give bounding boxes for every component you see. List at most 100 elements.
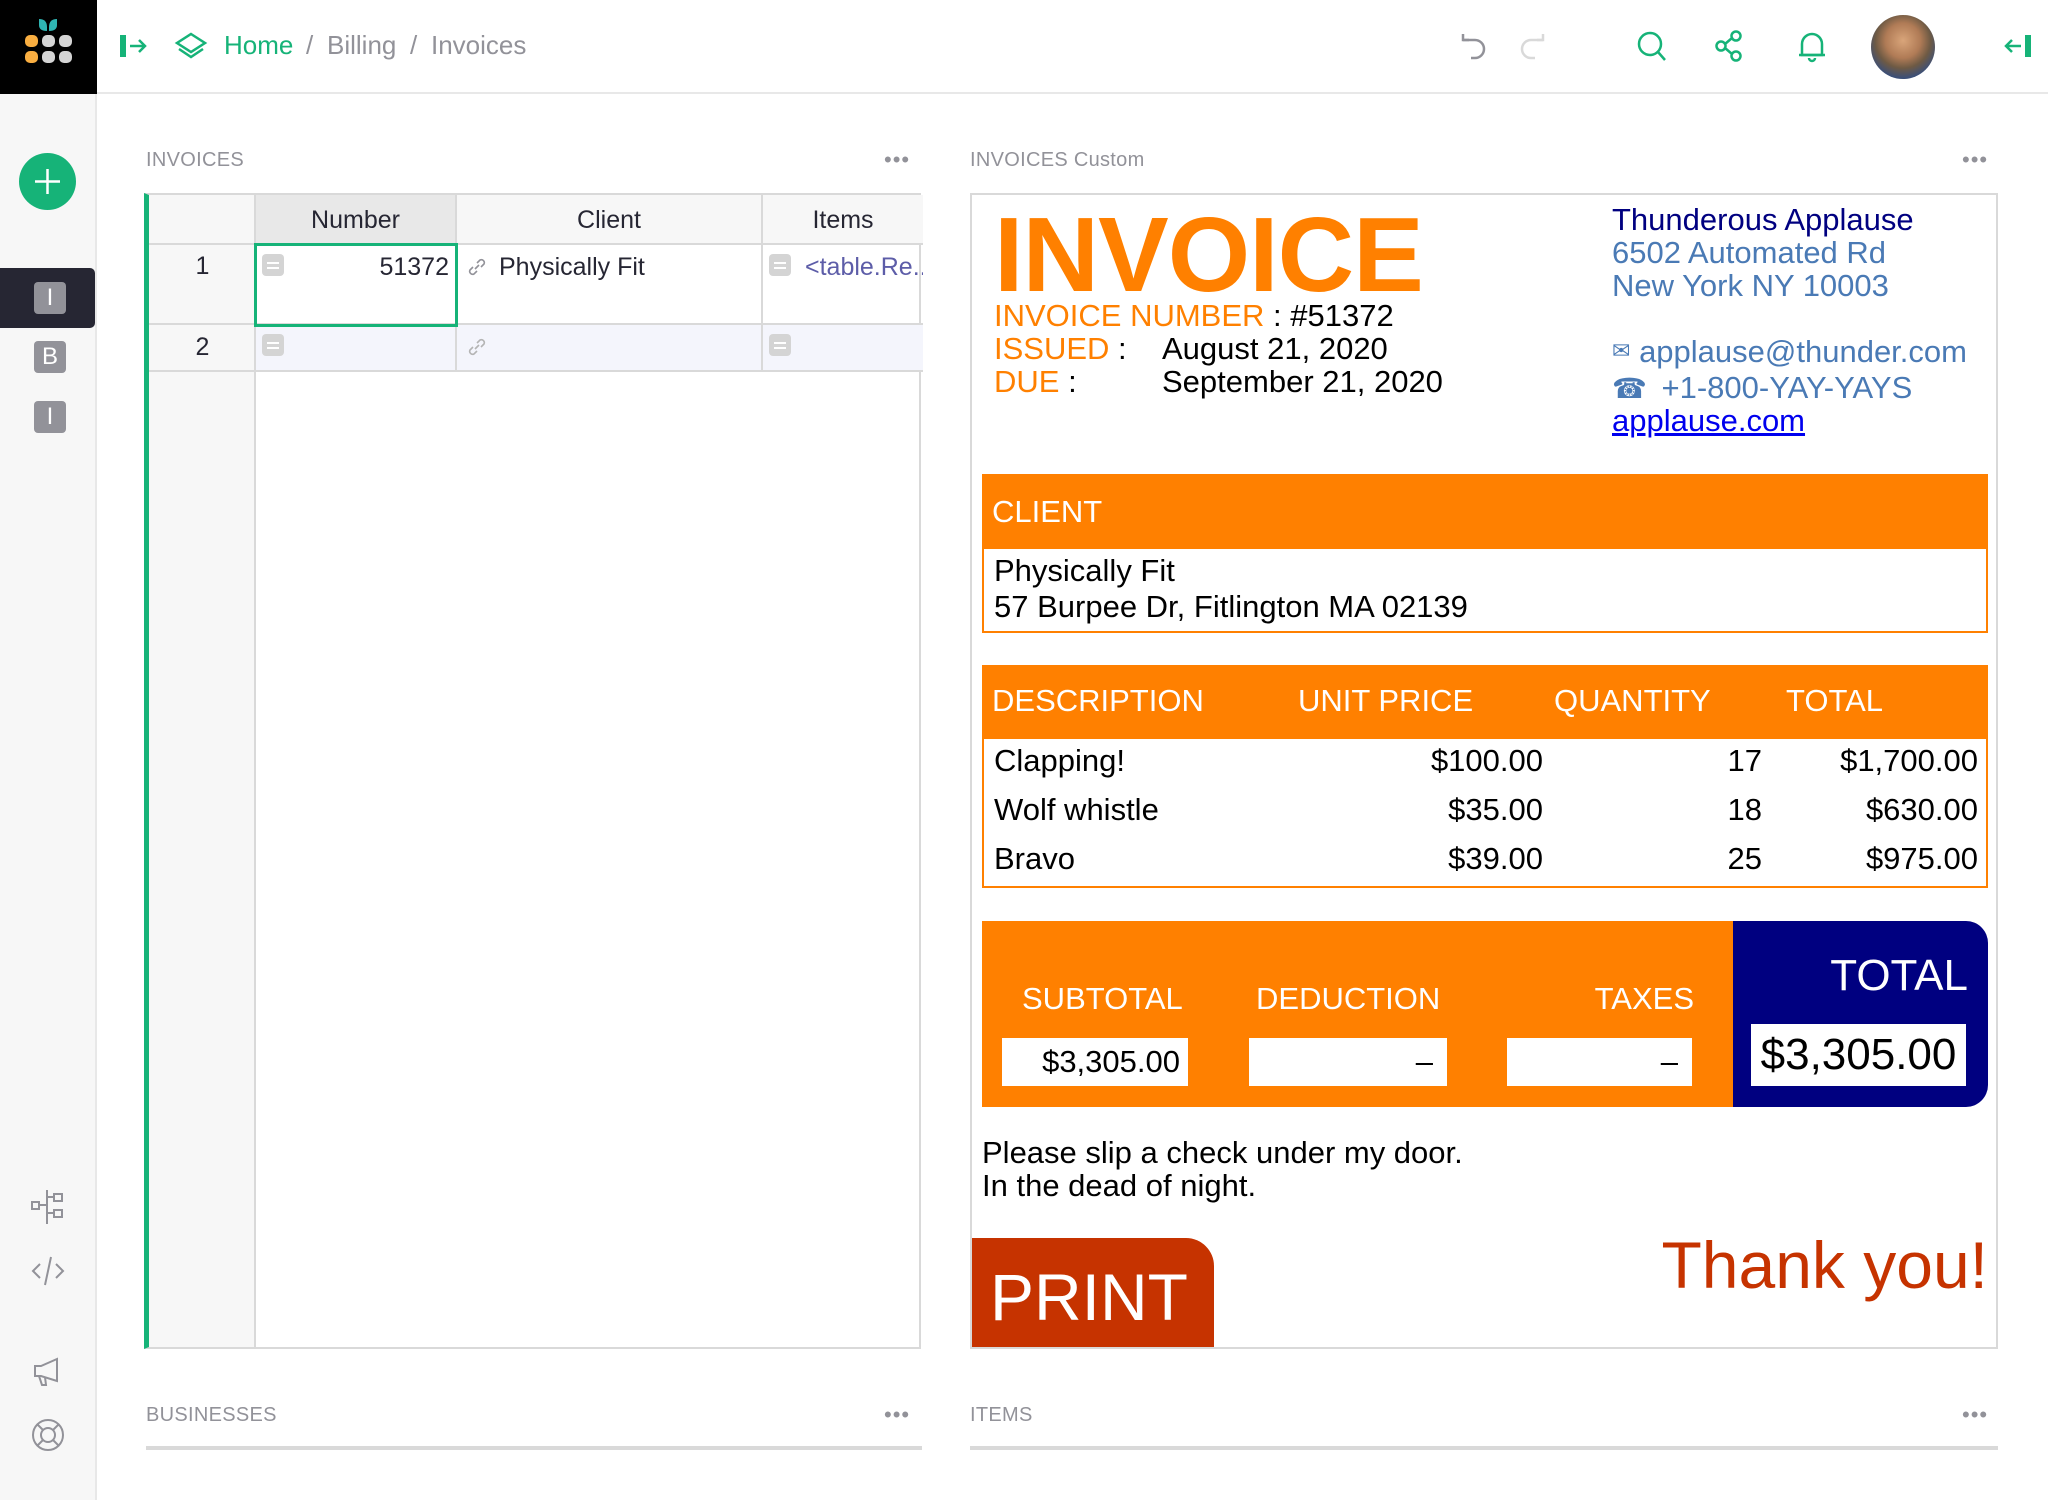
breadcrumb-home[interactable]: Home (224, 30, 293, 61)
megaphone-icon[interactable] (29, 1353, 67, 1391)
cell-cursor (254, 243, 458, 327)
undo-icon[interactable] (1451, 26, 1491, 66)
items-header-description: DESCRIPTION (992, 683, 1204, 718)
due-colon: : (1068, 364, 1077, 399)
left-sidebar: I B I (0, 94, 97, 1500)
client-box: Physically Fit 57 Burpee Dr, Fitlington … (982, 549, 1988, 633)
phone-icon: ☎ (1612, 373, 1647, 404)
column-header-client[interactable]: Client (457, 195, 763, 245)
column-header-number[interactable]: Number (256, 195, 457, 245)
invoice-custom-widget: INVOICE INVOICE NUMBER : #51372 ISSUED :… (970, 193, 1998, 1349)
row-number[interactable]: 2 (149, 325, 256, 372)
client-address: 57 Burpee Dr, Fitlington MA 02139 (994, 589, 1468, 624)
company-name: Thunderous Applause (1612, 202, 1914, 237)
items-section-menu[interactable]: ••• (1962, 1402, 1988, 1428)
deduction-label: DEDUCTION (1256, 981, 1441, 1016)
page-item-items[interactable]: I (0, 387, 95, 447)
item-total: $1,700.00 (1840, 743, 1978, 778)
breadcrumb-invoices: Invoices (431, 30, 527, 60)
item-quantity: 17 (1727, 743, 1762, 778)
total-value: $3,305.00 (1751, 1024, 1966, 1086)
page-badge: I (34, 282, 66, 314)
issued-line: ISSUED : August 21, 2020 (994, 331, 1388, 367)
search-icon[interactable] (1632, 26, 1672, 66)
grist-logo-icon (25, 19, 72, 63)
redo-icon[interactable] (1515, 26, 1555, 66)
items-section-title: ITEMS (970, 1404, 1033, 1426)
expand-left-panel-icon[interactable] (115, 26, 155, 66)
payment-note-line-1: Please slip a check under my door. (982, 1135, 1463, 1170)
row-number[interactable]: 1 (149, 245, 256, 325)
item-description: Bravo (994, 841, 1075, 876)
app-logo[interactable] (0, 0, 97, 94)
cell-client-new[interactable] (457, 325, 763, 372)
taxes-label: TAXES (1594, 981, 1694, 1016)
add-new-button[interactable] (19, 153, 76, 210)
businesses-section-title: BUSINESSES (146, 1404, 277, 1426)
page-item-businesses[interactable]: B (0, 327, 95, 387)
column-header-items[interactable]: Items (763, 195, 923, 245)
item-total: $630.00 (1865, 792, 1978, 827)
item-description: Clapping! (994, 743, 1125, 778)
custom-section-menu[interactable]: ••• (1962, 147, 1988, 173)
invoices-section-title: INVOICES (146, 149, 244, 171)
cell-number-new[interactable] (256, 325, 457, 372)
item-description: Wolf whistle (994, 792, 1159, 827)
item-quantity: 25 (1727, 841, 1762, 876)
total-box: TOTAL $3,305.00 (1733, 921, 1988, 1107)
custom-section-title: INVOICES Custom (970, 149, 1145, 171)
businesses-section-menu[interactable]: ••• (884, 1402, 910, 1428)
grid-corner[interactable] (149, 195, 256, 245)
company-phone-line: ☎ +1-800-YAY-YAYS (1612, 370, 1912, 406)
reference-link-icon (468, 338, 486, 356)
items-table: Clapping! $100.00 17 $1,700.00 Wolf whis… (982, 739, 1988, 888)
user-avatar[interactable] (1871, 15, 1935, 79)
breadcrumb-billing[interactable]: Billing (327, 30, 396, 61)
item-row: Wolf whistle $35.00 18 $630.00 (984, 788, 1986, 836)
due-line: DUE : September 21, 2020 (994, 364, 1443, 400)
help-lifebuoy-icon[interactable] (29, 1416, 67, 1454)
top-bar: Home / Billing / Invoices (97, 0, 2048, 94)
items-header-unit-price: UNIT PRICE (1298, 683, 1474, 718)
company-address-2: New York NY 10003 (1612, 268, 1889, 303)
breadcrumb-separator: / (410, 30, 418, 60)
company-website-link[interactable]: applause.com (1612, 403, 1805, 439)
client-name: Physically Fit (994, 553, 1175, 588)
items-header-total: TOTAL (1786, 683, 1884, 718)
company-email-line: ✉ applause@thunder.com (1612, 334, 1967, 370)
reference-link-icon (468, 258, 486, 276)
cell-value: Physically Fit (499, 253, 645, 281)
taxes-value: – (1507, 1038, 1692, 1086)
cell-value: <table.Re... (805, 253, 923, 281)
company-address-1: 6502 Automated Rd (1612, 235, 1887, 270)
invoices-section-menu[interactable]: ••• (884, 147, 910, 173)
collapse-right-panel-icon[interactable] (1997, 26, 2037, 66)
subtotal-label: SUBTOTAL (1022, 981, 1183, 1016)
raw-data-icon[interactable] (29, 1188, 67, 1226)
page-item-invoices[interactable]: I (0, 268, 95, 328)
share-icon[interactable] (1709, 26, 1749, 66)
cell-client[interactable]: Physically Fit (457, 245, 763, 325)
due-value: September 21, 2020 (1162, 364, 1443, 399)
item-row: Clapping! $100.00 17 $1,700.00 (984, 739, 1986, 787)
cell-items-new[interactable] (763, 325, 923, 372)
cell-items[interactable]: <table.Re... (763, 245, 923, 325)
print-button[interactable]: PRINT (972, 1238, 1214, 1347)
item-row: Bravo $39.00 25 $975.00 (984, 837, 1986, 885)
item-quantity: 18 (1727, 792, 1762, 827)
items-header-quantity: QUANTITY (1554, 683, 1711, 718)
breadcrumb-separator: / (306, 30, 314, 60)
notification-bell-icon[interactable] (1792, 26, 1832, 66)
issued-label: ISSUED (994, 331, 1110, 366)
invoice-number-label: INVOICE NUMBER (994, 298, 1265, 333)
invoice-number-value: : #51372 (1273, 298, 1394, 333)
code-view-icon[interactable] (29, 1252, 67, 1290)
invoice-number-line: INVOICE NUMBER : #51372 (994, 298, 1394, 334)
page-badge: I (34, 401, 66, 433)
total-label: TOTAL (1830, 951, 1968, 1000)
invoices-grid: Number Client Items 1 51372 Physically F… (144, 193, 923, 1349)
issued-value: August 21, 2020 (1162, 331, 1388, 366)
plus-icon (35, 169, 60, 194)
formula-icon (769, 254, 791, 276)
item-unit-price: $39.00 (1448, 841, 1543, 876)
